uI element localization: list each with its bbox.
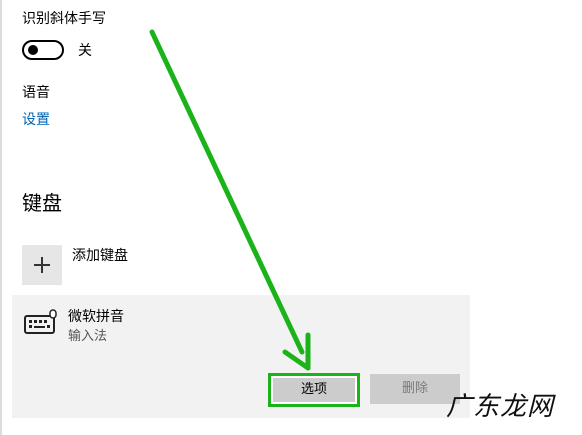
italic-handwriting-toggle[interactable]	[22, 40, 64, 60]
speech-label: 语音	[22, 85, 50, 101]
keyboard-heading: 键盘	[22, 191, 62, 215]
settings-page: 识别斜体手写 关 语音 设置 键盘 添加键盘 微软拼音 输入法 选项 删除 广东…	[0, 0, 582, 435]
add-keyboard-label[interactable]: 添加键盘	[72, 247, 128, 265]
toggle-knob	[28, 45, 38, 55]
speech-settings-link[interactable]: 设置	[22, 111, 50, 129]
keyboard-icon	[24, 309, 57, 334]
watermark-logo: 广东龙网	[446, 392, 555, 422]
options-button[interactable]: 选项	[268, 373, 360, 407]
plus-icon-stroke	[41, 257, 43, 273]
italic-handwriting-label: 识别斜体手写	[22, 11, 106, 27]
keyboard-name: 微软拼音	[68, 309, 124, 325]
add-keyboard-button[interactable]	[22, 245, 62, 285]
keyboard-type: 输入法	[68, 329, 108, 344]
toggle-state-label: 关	[78, 43, 92, 59]
window-left-border	[0, 0, 2, 435]
options-button-label: 选项	[273, 378, 355, 402]
